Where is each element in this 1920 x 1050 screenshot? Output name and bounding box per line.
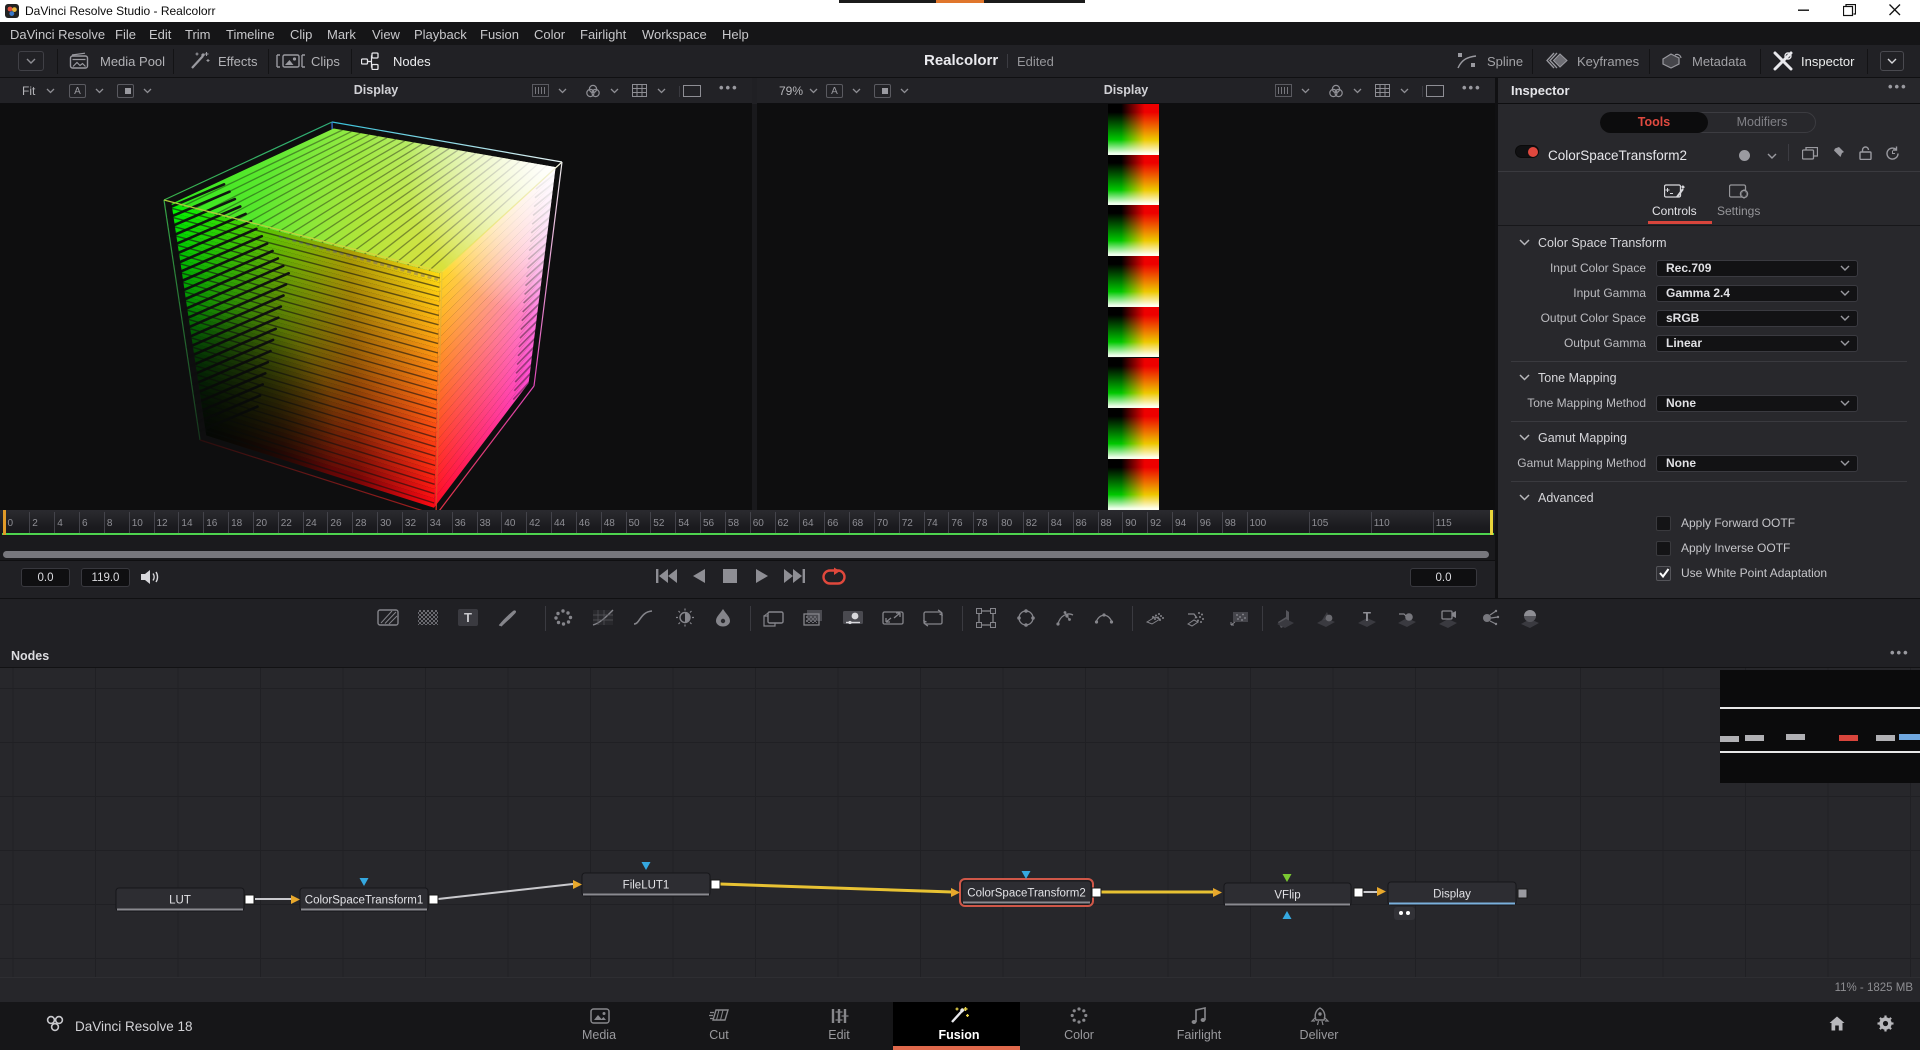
svg-text:Display: Display (1433, 889, 1471, 901)
svg-text:ColorSpaceTransform1: ColorSpaceTransform1 (305, 895, 423, 907)
svg-text:LUT: LUT (169, 895, 191, 907)
svg-text:VFlip: VFlip (1274, 890, 1300, 902)
svg-text:ColorSpaceTransform2: ColorSpaceTransform2 (967, 888, 1085, 900)
svg-text:FileLUT1: FileLUT1 (623, 880, 670, 892)
svg-text:T: T (464, 610, 472, 625)
svg-text:T: T (1363, 609, 1371, 624)
